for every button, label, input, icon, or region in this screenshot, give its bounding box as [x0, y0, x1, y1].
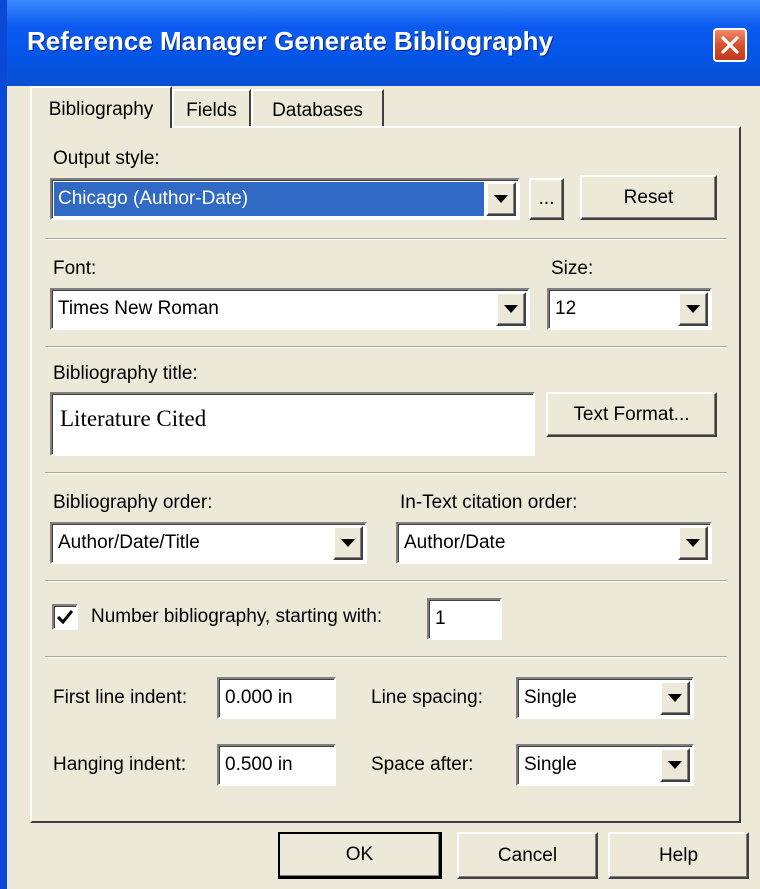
browse-button-label: ...	[538, 188, 555, 209]
intext-order-select[interactable]: Author/Date	[396, 522, 712, 564]
bibliography-order-select[interactable]: Author/Date/Title	[50, 522, 367, 564]
first-line-indent-value: 0.000 in	[225, 687, 293, 708]
close-icon	[721, 36, 739, 54]
number-start-value: 1	[435, 608, 446, 629]
chevron-down-icon	[668, 694, 682, 702]
tab-bibliography-label: Bibliography	[48, 99, 154, 120]
title-bar[interactable]: Reference Manager Generate Bibliography	[0, 0, 760, 86]
font-label: Font:	[53, 258, 97, 279]
font-value: Times New Roman	[58, 298, 219, 319]
space-after-value: Single	[524, 754, 577, 775]
size-label: Size:	[551, 258, 594, 279]
number-bibliography-checkbox[interactable]	[52, 604, 78, 630]
intext-order-value: Author/Date	[404, 532, 506, 553]
first-line-indent-label: First line indent:	[53, 687, 188, 708]
bibliography-order-dropdown-button[interactable]	[333, 526, 363, 560]
intext-order-dropdown-button[interactable]	[678, 526, 708, 560]
help-button[interactable]: Help	[608, 832, 749, 879]
output-style-value: Chicago (Author-Date)	[58, 188, 249, 209]
output-style-select[interactable]: Chicago (Author-Date)	[50, 178, 520, 220]
bibliography-title-value: Literature Cited	[60, 406, 207, 431]
separator	[45, 238, 727, 240]
tab-databases[interactable]: Databases	[251, 89, 384, 127]
chevron-down-icon	[504, 305, 518, 313]
generate-bibliography-dialog: Reference Manager Generate Bibliography …	[0, 0, 760, 889]
hanging-indent-value: 0.500 in	[225, 754, 293, 775]
line-spacing-value: Single	[524, 687, 577, 708]
bibliography-title-label: Bibliography title:	[53, 363, 198, 384]
number-bibliography-label: Number bibliography, starting with:	[91, 606, 383, 627]
cancel-button-label: Cancel	[497, 844, 558, 866]
line-spacing-dropdown-button[interactable]	[660, 681, 690, 715]
window-title: Reference Manager Generate Bibliography	[27, 26, 553, 56]
line-spacing-label: Line spacing:	[371, 687, 483, 708]
size-dropdown-button[interactable]	[678, 292, 708, 326]
tab-fields[interactable]: Fields	[172, 89, 251, 127]
output-style-dropdown-button[interactable]	[486, 182, 516, 216]
number-start-input[interactable]: 1	[427, 598, 502, 640]
ok-button[interactable]: OK	[278, 832, 442, 879]
text-format-button[interactable]: Text Format...	[546, 392, 717, 437]
separator	[45, 656, 727, 658]
font-select[interactable]: Times New Roman	[50, 288, 530, 330]
reset-button-label: Reset	[623, 186, 674, 208]
first-line-indent-input[interactable]: 0.000 in	[217, 677, 336, 719]
window-frame-left	[0, 0, 7, 889]
tab-databases-label: Databases	[272, 100, 363, 121]
separator	[45, 580, 727, 582]
intext-order-label: In-Text citation order:	[400, 492, 578, 513]
line-spacing-select[interactable]: Single	[516, 677, 694, 719]
text-format-button-label: Text Format...	[573, 403, 690, 425]
size-value: 12	[555, 298, 577, 319]
hanging-indent-input[interactable]: 0.500 in	[217, 744, 336, 786]
checkmark-icon	[57, 610, 73, 624]
help-button-label: Help	[658, 844, 699, 866]
tab-fields-label: Fields	[186, 100, 237, 121]
font-dropdown-button[interactable]	[496, 292, 526, 326]
space-after-dropdown-button[interactable]	[660, 748, 690, 782]
bibliography-order-label: Bibliography order:	[53, 492, 213, 513]
separator	[45, 472, 727, 474]
chevron-down-icon	[686, 539, 700, 547]
hanging-indent-label: Hanging indent:	[53, 754, 187, 775]
chevron-down-icon	[668, 761, 682, 769]
ok-button-label: OK	[345, 844, 374, 865]
cancel-button[interactable]: Cancel	[457, 832, 598, 879]
separator	[45, 346, 727, 348]
reset-button[interactable]: Reset	[580, 175, 717, 220]
space-after-select[interactable]: Single	[516, 744, 694, 786]
chevron-down-icon	[494, 195, 508, 203]
close-button[interactable]	[713, 28, 747, 62]
output-style-label: Output style:	[53, 148, 160, 169]
tab-bibliography[interactable]: Bibliography	[30, 86, 172, 128]
bibliography-title-input[interactable]: Literature Cited	[50, 392, 535, 456]
size-select[interactable]: 12	[547, 288, 712, 330]
bibliography-order-value: Author/Date/Title	[58, 532, 200, 553]
space-after-label: Space after:	[371, 754, 474, 775]
browse-styles-button[interactable]: ...	[529, 178, 564, 220]
chevron-down-icon	[686, 305, 700, 313]
chevron-down-icon	[341, 539, 355, 547]
